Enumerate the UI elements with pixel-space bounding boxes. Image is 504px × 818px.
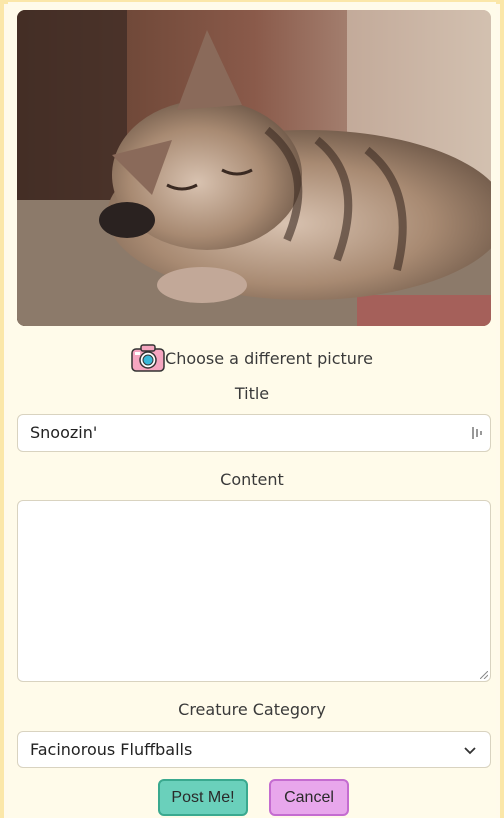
title-input[interactable]: Snoozin' xyxy=(17,414,491,452)
cancel-button[interactable]: Cancel xyxy=(269,779,349,816)
autofill-icon xyxy=(472,427,482,439)
post-button[interactable]: Post Me! xyxy=(158,779,248,816)
resize-handle-icon[interactable] xyxy=(480,671,488,679)
content-textarea[interactable] xyxy=(17,500,491,682)
content-label: Content xyxy=(220,470,284,489)
title-input-value: Snoozin' xyxy=(30,423,98,442)
category-label: Creature Category xyxy=(178,700,326,719)
title-label: Title xyxy=(234,384,270,403)
category-select[interactable]: Facinorous Fluffballs xyxy=(17,731,491,768)
choose-picture-label: Choose a different picture xyxy=(165,348,373,368)
camera-icon xyxy=(131,344,165,372)
chevron-down-icon xyxy=(464,747,476,755)
selected-photo xyxy=(17,10,491,326)
category-selected-value: Facinorous Fluffballs xyxy=(30,740,193,759)
choose-picture-button[interactable]: Choose a different picture xyxy=(0,344,504,372)
